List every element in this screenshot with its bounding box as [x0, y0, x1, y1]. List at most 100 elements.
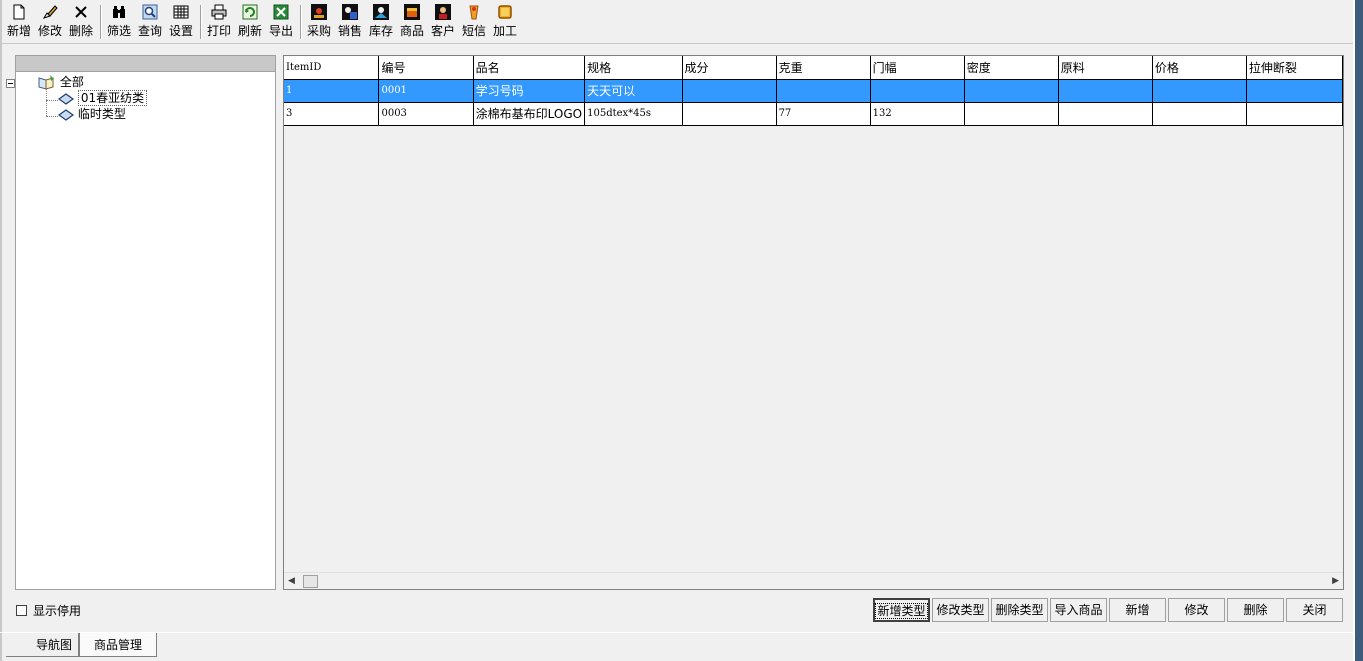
toolbar-button-search-query[interactable]: 查询: [136, 4, 164, 42]
column-header[interactable]: 原料: [1058, 56, 1153, 80]
sales-icon: [342, 4, 358, 20]
toolbar-button-refresh[interactable]: 刷新: [236, 4, 264, 42]
table-cell[interactable]: 105dtex*45s: [584, 102, 683, 126]
scroll-thumb[interactable]: [303, 575, 318, 588]
new-doc-icon: [11, 4, 27, 20]
toolbar-button-label: 查询: [137, 24, 162, 38]
tree-node-root[interactable]: 全部: [38, 74, 84, 90]
search-query-icon: [142, 4, 158, 20]
tab-navigation-map[interactable]: 导航图: [6, 633, 79, 657]
button-label: 删除: [1243, 603, 1268, 617]
scroll-left-arrow-icon[interactable]: ◀: [288, 576, 295, 586]
toolbar-separator: [300, 5, 302, 39]
table-cell[interactable]: [1058, 79, 1153, 103]
import-goods-button[interactable]: 导入商品: [1050, 598, 1107, 622]
toolbar-button-label: 导出: [268, 24, 293, 38]
toolbar-button-label: 商品: [399, 24, 424, 38]
toolbar-button-processing[interactable]: 加工: [491, 4, 519, 42]
toolbar-button-customer[interactable]: 客户: [429, 4, 457, 42]
toolbar-button-sms[interactable]: 短信: [460, 4, 488, 42]
table-cell[interactable]: 77: [776, 102, 871, 126]
button-label: 删除类型: [995, 603, 1044, 617]
toolbar-button-edit-brush[interactable]: 修改: [36, 4, 64, 42]
category-tree[interactable]: [15, 55, 276, 590]
delete-button[interactable]: 删除: [1227, 598, 1284, 622]
binoculars-icon: [111, 4, 127, 20]
column-header[interactable]: 品名: [473, 56, 586, 80]
toolbar-button-export-excel[interactable]: 导出: [267, 4, 295, 42]
toolbar-button-printer[interactable]: 打印: [205, 4, 233, 42]
table-cell[interactable]: 0001: [378, 79, 474, 103]
table-cell[interactable]: [682, 79, 777, 103]
table-cell[interactable]: [964, 102, 1059, 126]
column-header[interactable]: 规格: [584, 56, 683, 80]
toolbar-button-binoculars[interactable]: 筛选: [105, 4, 133, 42]
button-label: 关闭: [1302, 603, 1327, 617]
scroll-right-arrow-icon[interactable]: ▶: [1332, 576, 1339, 586]
toolbar-button-label: 打印: [206, 24, 231, 38]
toolbar-button-label: 删除: [68, 24, 93, 38]
customer-icon: [435, 4, 451, 20]
tab-goods-management[interactable]: 商品管理: [79, 633, 157, 657]
tree-connector-line: [46, 89, 47, 116]
table-cell[interactable]: 1: [284, 79, 380, 103]
table-header-row: ItemID 编号 品名 规格 成分 克重 门幅 密度 原料 价格 拉伸断裂: [284, 56, 1343, 80]
column-header[interactable]: 密度: [964, 56, 1059, 80]
table-cell[interactable]: [964, 79, 1059, 103]
table-row[interactable]: 1 0001 学习号码 天天可以: [284, 79, 1343, 103]
table-cell[interactable]: [1246, 102, 1343, 126]
add-type-button[interactable]: 新增类型: [873, 598, 930, 622]
toolbar-button-purchase[interactable]: 采购: [305, 4, 333, 42]
table-cell[interactable]: 学习号码: [473, 79, 586, 103]
add-button[interactable]: 新增: [1109, 598, 1166, 622]
table-cell[interactable]: 天天可以: [584, 79, 683, 103]
button-label: 导入商品: [1054, 603, 1103, 617]
tree-collapse-toggle[interactable]: [6, 79, 15, 88]
goods-grid[interactable]: ItemID 编号 品名 规格 成分 克重 门幅 密度 原料 价格 拉伸断裂 1 0001 学习号码 天天…: [283, 55, 1344, 590]
toolbar-button-label: 设置: [168, 24, 193, 38]
toolbar-button-sales[interactable]: 销售: [336, 4, 364, 42]
column-header[interactable]: ItemID: [284, 56, 380, 80]
column-header[interactable]: 拉伸断裂: [1246, 56, 1343, 80]
show-disabled-label: 显示停用: [33, 604, 82, 618]
column-header[interactable]: 门幅: [870, 56, 965, 80]
table-cell[interactable]: 0003: [378, 102, 474, 126]
toolbar-button-new-doc[interactable]: 新增: [5, 4, 33, 42]
column-header[interactable]: 克重: [776, 56, 871, 80]
horizontal-scrollbar[interactable]: ◀ ▶: [284, 572, 1343, 589]
table-cell[interactable]: [682, 102, 777, 126]
button-label: 修改: [1184, 603, 1209, 617]
table-cell[interactable]: 涂棉布基布印LOGO: [473, 102, 586, 126]
tree-node-category[interactable]: 临时类型: [57, 106, 126, 122]
inventory-icon: [373, 4, 389, 20]
edit-type-button[interactable]: 修改类型: [932, 598, 989, 622]
goods-icon: [404, 4, 420, 20]
table-cell[interactable]: 3: [284, 102, 380, 126]
table-cell[interactable]: [1152, 79, 1247, 103]
table-cell[interactable]: [870, 79, 965, 103]
open-book-icon: [38, 75, 54, 90]
toolbar-button-label: 短信: [461, 24, 486, 38]
toolbar-button-goods[interactable]: 商品: [398, 4, 426, 42]
table-row[interactable]: 3 0003 涂棉布基布印LOGO 105dtex*45s 77 132: [284, 102, 1343, 126]
toolbar-button-inventory[interactable]: 库存: [367, 4, 395, 42]
table-cell[interactable]: [1058, 102, 1153, 126]
refresh-icon: [242, 4, 258, 20]
edit-button[interactable]: 修改: [1168, 598, 1225, 622]
delete-type-button[interactable]: 删除类型: [991, 598, 1048, 622]
table-cell[interactable]: [1246, 79, 1343, 103]
column-header[interactable]: 成分: [682, 56, 777, 80]
show-disabled-checkbox[interactable]: [16, 605, 27, 616]
toolbar-button-delete-x[interactable]: 删除: [67, 4, 95, 42]
table-cell[interactable]: [1152, 102, 1247, 126]
edit-brush-icon: [42, 4, 58, 20]
close-button[interactable]: 关闭: [1286, 598, 1343, 622]
column-header[interactable]: 编号: [378, 56, 474, 80]
tree-node-category[interactable]: 01春亚纺类: [57, 90, 148, 106]
category-tag-icon: [57, 92, 75, 105]
toolbar-button-settings-grid[interactable]: 设置: [167, 4, 195, 42]
table-cell[interactable]: 132: [870, 102, 965, 126]
table-cell[interactable]: [776, 79, 871, 103]
sms-icon: [466, 4, 482, 20]
column-header[interactable]: 价格: [1152, 56, 1247, 80]
